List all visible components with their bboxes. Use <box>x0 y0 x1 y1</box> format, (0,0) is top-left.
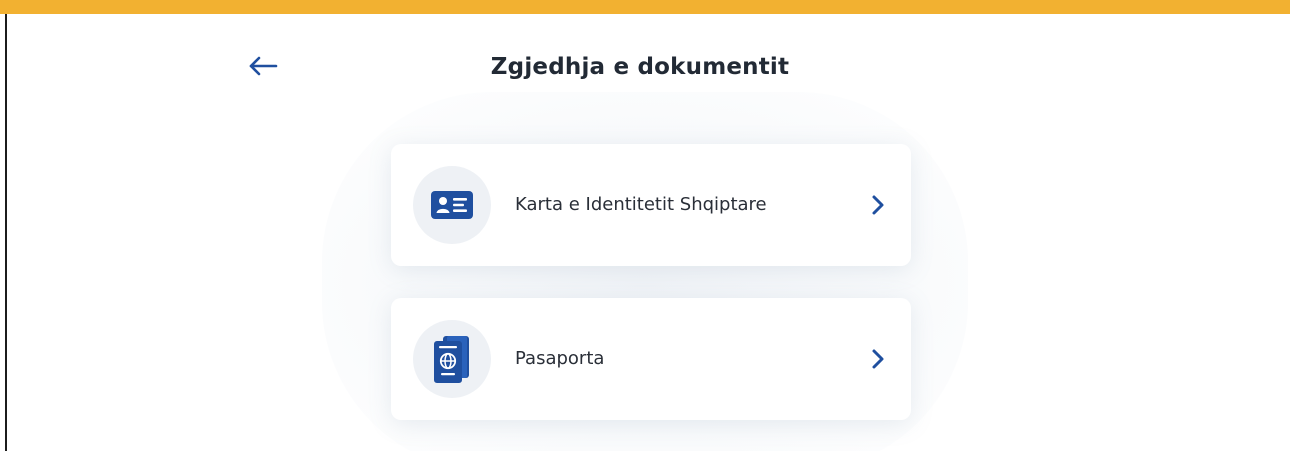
accent-top-bar <box>0 0 1290 14</box>
window-left-border <box>5 14 7 451</box>
id-card-icon <box>431 191 473 219</box>
back-button[interactable] <box>244 50 282 82</box>
document-option-label: Karta e Identitetit Shqiptare <box>515 194 767 215</box>
document-option-passport[interactable]: Pasaporta <box>391 298 911 420</box>
chevron-right-icon <box>869 346 887 372</box>
document-selection-page: Zgjedhja e dokumentit Karta e Identiteti… <box>0 0 1290 451</box>
document-option-id-card[interactable]: Karta e Identitetit Shqiptare <box>391 144 911 266</box>
page-title: Zgjedhja e dokumentit <box>490 54 790 80</box>
arrow-left-icon <box>249 56 278 76</box>
chevron-right-icon <box>869 192 887 218</box>
passport-icon-container <box>413 320 491 398</box>
id-card-icon-container <box>413 166 491 244</box>
passport-icon <box>434 336 469 383</box>
document-option-label: Pasaporta <box>515 348 605 369</box>
